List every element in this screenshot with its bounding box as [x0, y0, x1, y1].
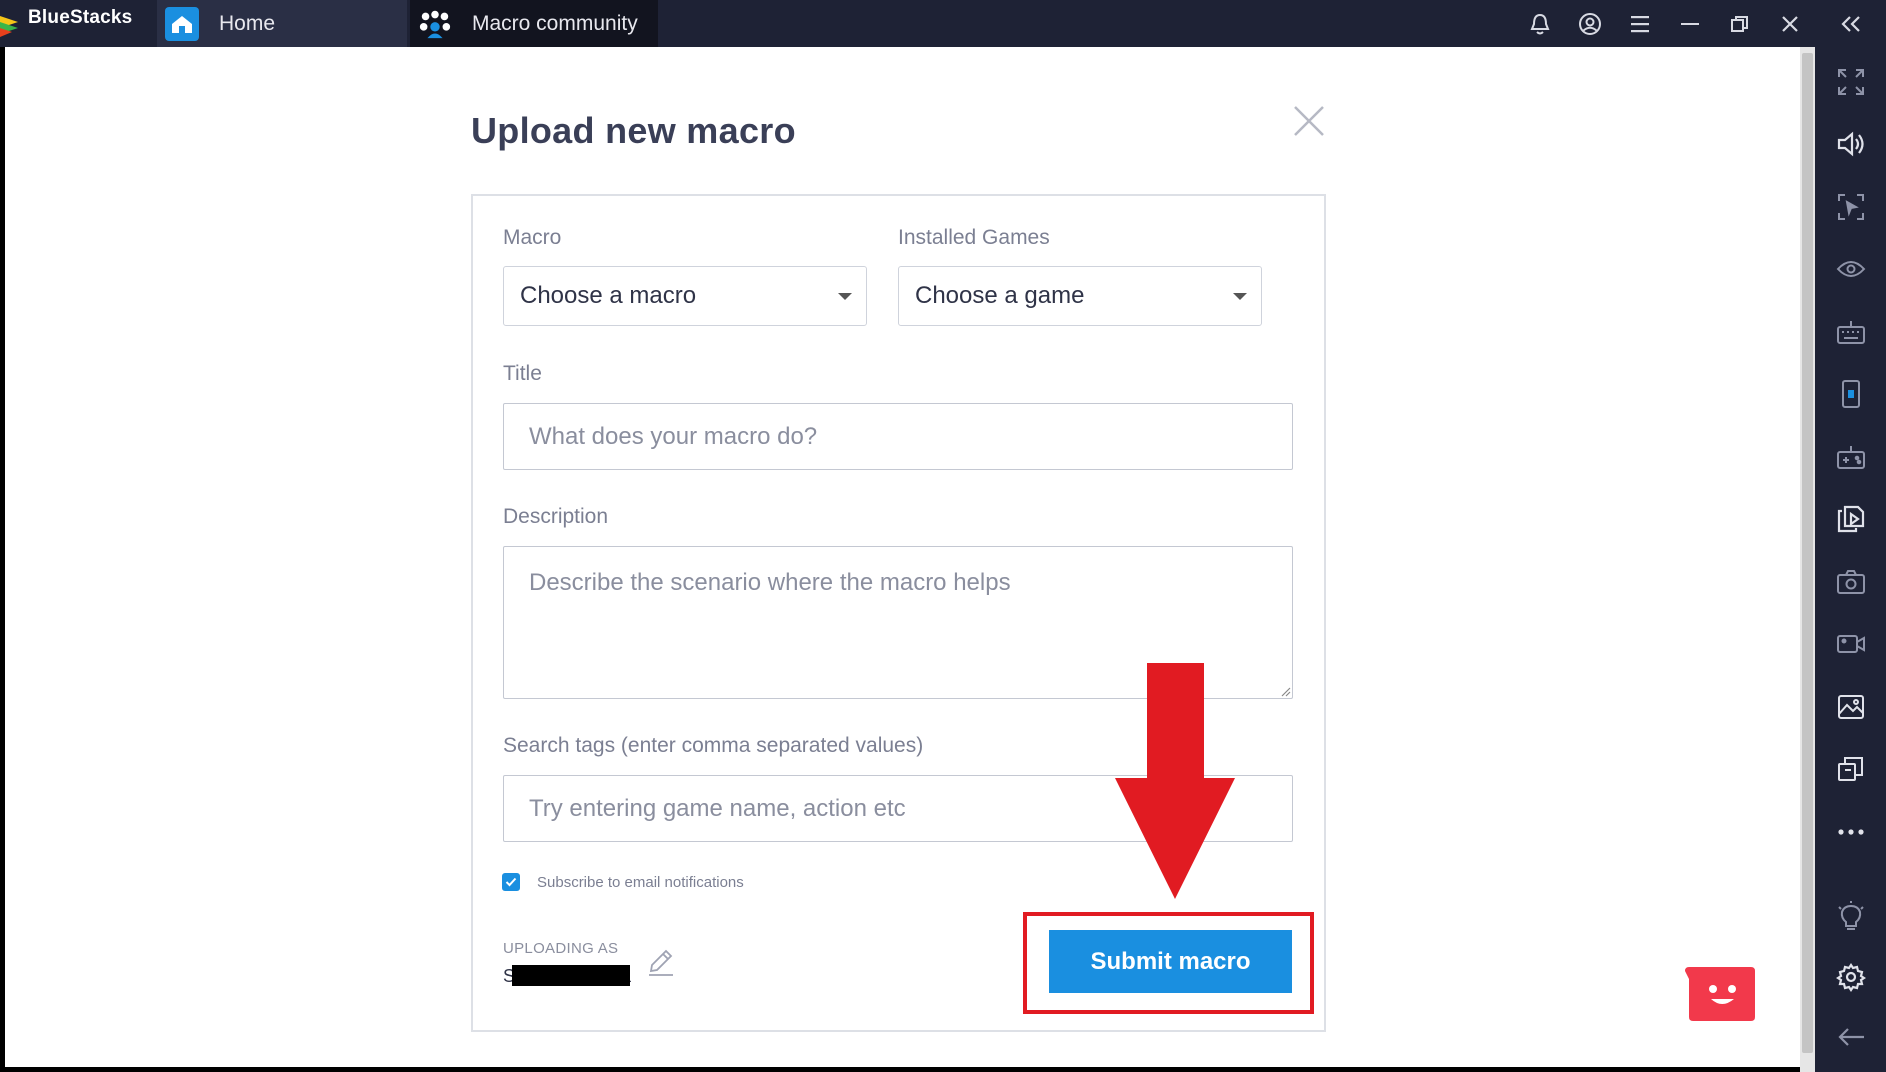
tab-macro-community[interactable]: Macro community: [410, 0, 658, 47]
highlight-box: [1023, 912, 1314, 1014]
keyboard-icon[interactable]: [1815, 312, 1886, 352]
resize-grip-icon[interactable]: [1279, 685, 1291, 697]
left-border: [0, 47, 5, 1072]
eco-mode-icon[interactable]: [1815, 897, 1886, 937]
installed-games-label: Installed Games: [898, 226, 1050, 249]
rotate-icon[interactable]: [1815, 374, 1886, 414]
eye-icon[interactable]: [1815, 249, 1886, 289]
fullscreen-icon[interactable]: [1815, 62, 1886, 102]
community-icon: [418, 7, 452, 41]
title-bar: BlueStacks Home Macro community: [0, 0, 1886, 47]
uploading-as-label: UPLOADING AS: [503, 940, 619, 957]
game-select[interactable]: Choose a game: [898, 266, 1262, 326]
chevron-down-icon: [838, 293, 852, 300]
back-icon[interactable]: [1815, 1017, 1886, 1057]
menu-icon[interactable]: [1615, 0, 1665, 47]
bluestacks-logo-icon: [0, 16, 18, 37]
screenshot-icon[interactable]: [1815, 562, 1886, 602]
subscribe-checkbox[interactable]: [502, 873, 520, 891]
home-icon: [165, 6, 199, 41]
restore-icon[interactable]: [1715, 0, 1765, 47]
checkmark-icon: [505, 877, 517, 887]
window-controls: [1515, 0, 1886, 47]
redacted-username: [512, 965, 630, 986]
tab-home-label: Home: [219, 11, 276, 35]
volume-icon[interactable]: [1815, 124, 1886, 164]
right-sidebar: [1815, 47, 1886, 1072]
pointer-lock-icon[interactable]: [1815, 187, 1886, 227]
media-icon[interactable]: [1815, 687, 1886, 727]
edit-pencil-icon[interactable]: [645, 945, 677, 977]
macro-select[interactable]: Choose a macro: [503, 266, 867, 326]
search-tags-label: Search tags (enter comma separated value…: [503, 734, 924, 757]
page-scrollbar[interactable]: [1800, 47, 1815, 1072]
macro-icon[interactable]: [1815, 499, 1886, 539]
more-icon[interactable]: [1815, 812, 1886, 852]
minimize-icon[interactable]: [1665, 0, 1715, 47]
chevron-down-icon: [1233, 293, 1247, 300]
modal-close-icon[interactable]: [1292, 104, 1326, 138]
game-select-value: Choose a game: [915, 282, 1085, 309]
scrollbar-thumb[interactable]: [1802, 53, 1813, 1053]
close-icon[interactable]: [1765, 0, 1815, 47]
bottom-border: [0, 1067, 1815, 1072]
brand-name: BlueStacks: [28, 7, 133, 28]
modal-title: Upload new macro: [471, 110, 796, 151]
account-icon[interactable]: [1565, 0, 1615, 47]
macro-label: Macro: [503, 226, 562, 249]
description-label: Description: [503, 505, 609, 528]
record-icon[interactable]: [1815, 624, 1886, 664]
tab-home[interactable]: Home: [157, 0, 407, 47]
title-label: Title: [503, 362, 542, 385]
settings-icon[interactable]: [1815, 957, 1886, 997]
collapse-sidebar-icon[interactable]: [1815, 0, 1886, 47]
subscribe-label: Subscribe to email notifications: [537, 874, 744, 891]
red-arrow-annotation: [1115, 663, 1235, 899]
bell-icon[interactable]: [1515, 0, 1565, 47]
gamepad-icon[interactable]: [1815, 437, 1886, 477]
chat-bot-button[interactable]: [1683, 965, 1757, 1023]
tab-macro-community-label: Macro community: [472, 11, 638, 35]
title-input[interactable]: [503, 403, 1293, 470]
multi-instance-icon[interactable]: [1815, 749, 1886, 789]
macro-select-value: Choose a macro: [520, 282, 697, 309]
